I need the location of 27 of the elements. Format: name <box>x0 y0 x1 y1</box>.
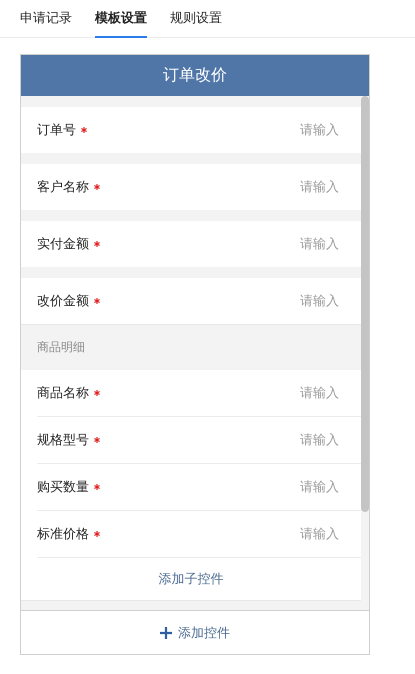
tab[interactable]: 申请记录 <box>20 0 72 38</box>
form-title: 订单改价 <box>21 55 369 96</box>
form-field-row[interactable]: 客户名称 请输入 <box>21 164 361 210</box>
field-label: 规格型号 <box>37 432 89 449</box>
field-label: 客户名称 <box>37 179 89 196</box>
field-label: 改价金额 <box>37 293 89 310</box>
field-placeholder: 请输入 <box>300 385 339 402</box>
field-label: 实付金额 <box>37 236 89 253</box>
section-title: 商品明细 <box>37 339 85 356</box>
field-placeholder: 请输入 <box>300 179 339 196</box>
form-field-row[interactable]: 实付金额 请输入 <box>21 221 361 267</box>
field-placeholder: 请输入 <box>300 526 339 543</box>
plus-icon <box>160 626 172 638</box>
form-field-row[interactable]: 订单号 请输入 <box>21 107 361 153</box>
field-placeholder: 请输入 <box>300 122 339 139</box>
field-placeholder: 请输入 <box>300 293 339 310</box>
tab[interactable]: 规则设置 <box>170 0 222 38</box>
tab[interactable]: 模板设置 <box>95 0 147 38</box>
field-label: 订单号 <box>37 122 76 139</box>
field-label: 商品名称 <box>37 385 89 402</box>
scrollbar[interactable] <box>361 96 369 512</box>
field-placeholder: 请输入 <box>300 236 339 253</box>
field-label: 购买数量 <box>37 479 89 496</box>
field-placeholder: 请输入 <box>300 479 339 496</box>
field-label: 标准价格 <box>37 526 89 543</box>
field-placeholder: 请输入 <box>300 432 339 449</box>
form-field-row[interactable]: 改价金额 请输入 <box>21 278 361 324</box>
